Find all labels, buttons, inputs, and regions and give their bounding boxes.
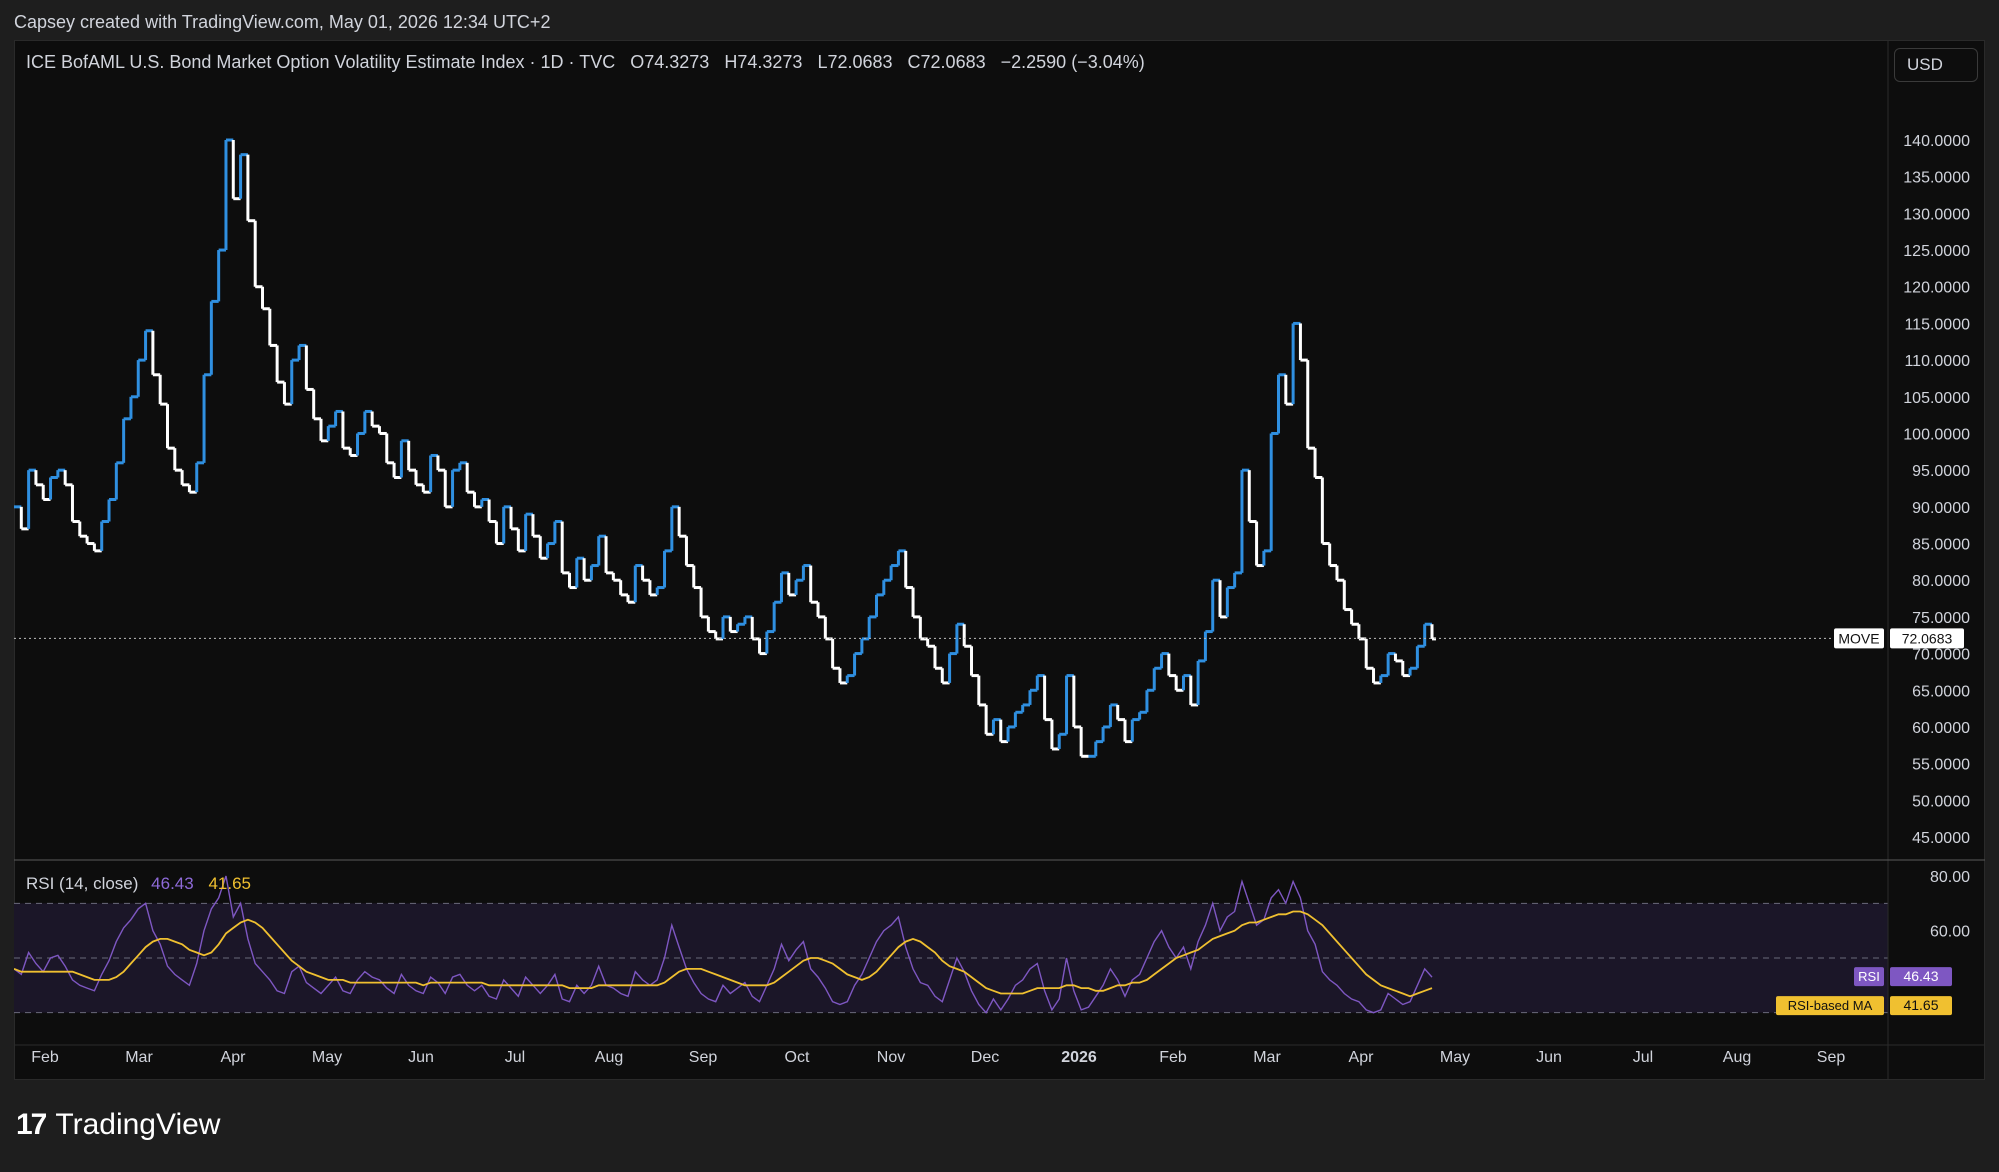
price-tick-label: 90.0000 bbox=[1912, 500, 1970, 517]
rsi-tag-label: RSI bbox=[1858, 969, 1880, 984]
rsi-ma-legend-value: 41.65 bbox=[208, 874, 251, 893]
time-tick-label: Dec bbox=[971, 1049, 999, 1066]
price-tick-label: 70.0000 bbox=[1912, 647, 1970, 664]
time-tick-label: Mar bbox=[125, 1049, 153, 1066]
price-tick-label: 140.0000 bbox=[1903, 133, 1970, 150]
price-tick-label: 115.0000 bbox=[1904, 316, 1970, 333]
rsi-ma-tag-value: 41.65 bbox=[1903, 997, 1938, 1013]
time-tick-label: Feb bbox=[1159, 1049, 1187, 1066]
price-tick-label: 80.0000 bbox=[1912, 573, 1970, 590]
tradingview-logo-icon: 17 bbox=[16, 1108, 47, 1141]
price-tick-label: 130.0000 bbox=[1903, 206, 1970, 223]
time-tick-label: Sep bbox=[689, 1049, 718, 1066]
time-tick-label: 2026 bbox=[1061, 1049, 1097, 1066]
price-tick-label: 65.0000 bbox=[1912, 683, 1970, 700]
symbol-title: ICE BofAML U.S. Bond Market Option Volat… bbox=[26, 52, 616, 72]
time-tick-label: Apr bbox=[221, 1049, 247, 1066]
close-value: C72.0683 bbox=[907, 52, 986, 72]
currency-button[interactable]: USD bbox=[1894, 48, 1978, 82]
price-tick-label: 95.0000 bbox=[1912, 463, 1970, 480]
price-tick-label: 75.0000 bbox=[1912, 610, 1970, 627]
price-tick-label: 55.0000 bbox=[1912, 757, 1970, 774]
time-tick-label: Jun bbox=[408, 1049, 434, 1066]
price-tick-label: 100.0000 bbox=[1903, 426, 1970, 443]
time-tick-label: Sep bbox=[1817, 1049, 1846, 1066]
price-axis: 140.0000 135.0000 130.0000 125.0000 120.0000… bbox=[1903, 133, 1970, 847]
time-tick-label: Nov bbox=[877, 1049, 905, 1066]
open-value: O74.3273 bbox=[630, 52, 710, 72]
time-axis: Feb Mar Apr May Jun Jul Aug Sep Oct Nov Dec 2026 Feb… bbox=[31, 1049, 1845, 1066]
time-tick-label: May bbox=[312, 1049, 342, 1066]
price-tick-label: 50.0000 bbox=[1912, 793, 1970, 810]
price-tick-label: 120.0000 bbox=[1903, 280, 1970, 297]
rsi-ma-tag-label: RSI-based MA bbox=[1788, 998, 1873, 1013]
rsi-title: RSI (14, close) bbox=[26, 874, 139, 893]
price-tick-label: 85.0000 bbox=[1912, 537, 1970, 554]
price-tag-value: 72.0683 bbox=[1902, 630, 1953, 646]
price-tick-label: 110.0000 bbox=[1904, 353, 1970, 370]
time-tick-label: Apr bbox=[1349, 1049, 1375, 1066]
price-tick-label: 125.0000 bbox=[1903, 243, 1970, 260]
time-tick-label: Mar bbox=[1253, 1049, 1281, 1066]
high-value: H74.3273 bbox=[724, 52, 803, 72]
time-tick-label: Jul bbox=[1633, 1049, 1653, 1066]
chart-canvas[interactable]: 140.0000 135.0000 130.0000 125.0000 120.0000… bbox=[14, 40, 1985, 1080]
time-tick-label: Feb bbox=[31, 1049, 59, 1066]
change-value: −2.2590 (−3.04%) bbox=[1000, 52, 1145, 72]
rsi-legend-value: 46.43 bbox=[151, 874, 194, 893]
tradingview-brand: TradingView bbox=[55, 1108, 221, 1141]
price-series bbox=[14, 138, 1436, 758]
low-value: L72.0683 bbox=[817, 52, 893, 72]
price-tick-label: 105.0000 bbox=[1903, 390, 1970, 407]
price-tag-label: MOVE bbox=[1838, 630, 1879, 646]
time-tick-label: Aug bbox=[595, 1049, 623, 1066]
chart-caption: Capsey created with TradingView.com, May… bbox=[14, 12, 551, 32]
time-tick-label: Jun bbox=[1536, 1049, 1562, 1066]
price-tick-label: 60.0000 bbox=[1912, 720, 1970, 737]
time-tick-label: Jul bbox=[505, 1049, 525, 1066]
rsi-tick-label: 60.00 bbox=[1930, 924, 1970, 941]
rsi-tick-label: 80.00 bbox=[1930, 869, 1970, 886]
rsi-legend: RSI (14, close) 46.43 41.65 bbox=[26, 874, 251, 894]
price-tick-label: 135.0000 bbox=[1903, 170, 1970, 187]
rsi-panel: 80.00 60.00 bbox=[14, 869, 1970, 1014]
tradingview-footer: 17 TradingView bbox=[16, 1108, 220, 1142]
symbol-legend: ICE BofAML U.S. Bond Market Option Volat… bbox=[26, 52, 1145, 73]
rsi-tag-value: 46.43 bbox=[1903, 968, 1938, 984]
time-tick-label: May bbox=[1440, 1049, 1470, 1066]
time-tick-label: Aug bbox=[1723, 1049, 1751, 1066]
time-tick-label: Oct bbox=[785, 1049, 810, 1066]
price-tick-label: 45.0000 bbox=[1912, 830, 1970, 847]
